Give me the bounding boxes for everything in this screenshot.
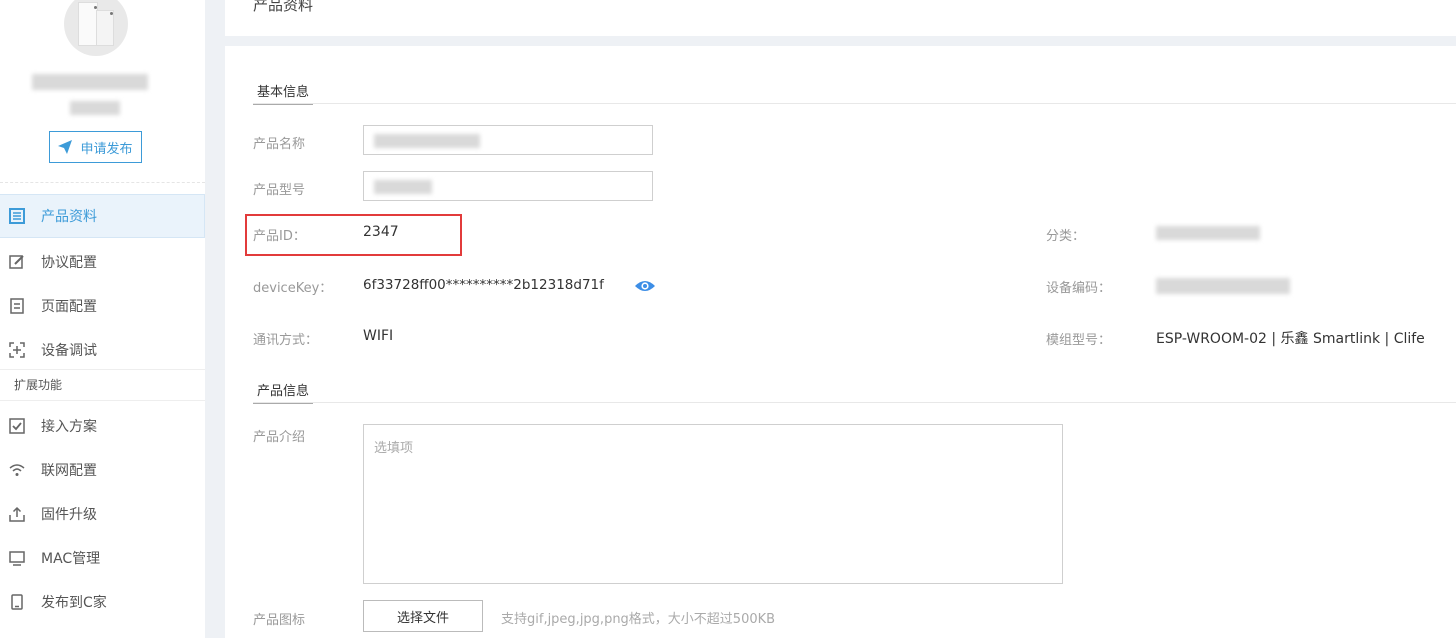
checkbox-icon bbox=[8, 417, 26, 435]
redacted-category bbox=[1156, 226, 1260, 240]
sidebar-item-device-debug[interactable]: 设备调试 bbox=[0, 328, 205, 372]
product-info-heading: 产品信息 bbox=[253, 380, 314, 404]
sidebar-item-label: 发布到C家 bbox=[41, 595, 107, 611]
comm-method-label: 通讯方式： bbox=[253, 333, 319, 348]
sidebar: 申请发布 产品资料 协议配置 页面配置 设备调试 扩展功能 接入方案 联网配置 … bbox=[0, 0, 205, 638]
redacted-value bbox=[374, 134, 480, 148]
product-icon-label: 产品图标 bbox=[253, 613, 306, 628]
divider bbox=[253, 402, 1456, 403]
product-name-label: 产品名称 bbox=[253, 137, 306, 152]
redacted-device-code bbox=[1156, 278, 1290, 294]
product-id-value: 2347 bbox=[363, 224, 399, 240]
extension-section-title: 扩展功能 bbox=[14, 378, 63, 392]
product-model-input[interactable] bbox=[363, 171, 653, 201]
list-icon bbox=[8, 207, 26, 225]
sidebar-item-page-config[interactable]: 页面配置 bbox=[0, 284, 205, 328]
monitor-icon bbox=[8, 549, 26, 567]
wifi-icon bbox=[8, 461, 26, 479]
sidebar-item-access-plan[interactable]: 接入方案 bbox=[0, 404, 205, 448]
product-intro-label: 产品介绍 bbox=[253, 430, 306, 445]
file-format-hint: 支持gif,jpeg,jpg,png格式，大小不超过500KB bbox=[501, 612, 776, 627]
device-code-label: 设备编码： bbox=[1046, 281, 1112, 296]
section-heading-text: 基本信息 bbox=[253, 81, 314, 105]
page-title: 产品资料 bbox=[253, 0, 314, 14]
section-heading-text: 产品信息 bbox=[253, 380, 314, 404]
product-name-input[interactable] bbox=[363, 125, 653, 155]
page-icon bbox=[8, 297, 26, 315]
sidebar-item-network-config[interactable]: 联网配置 bbox=[0, 448, 205, 492]
sidebar-item-label: 设备调试 bbox=[41, 343, 97, 359]
sidebar-item-mac-management[interactable]: MAC管理 bbox=[0, 536, 205, 580]
product-avatar bbox=[64, 0, 128, 56]
divider bbox=[0, 369, 205, 370]
category-label: 分类： bbox=[1046, 229, 1086, 244]
sidebar-item-label: 协议配置 bbox=[41, 255, 97, 271]
choose-file-button[interactable]: 选择文件 bbox=[363, 600, 483, 632]
device-key-value: 6f33728ff00**********2b12318d71f bbox=[363, 277, 604, 293]
sidebar-item-label: 固件升级 bbox=[41, 507, 97, 523]
redacted-value bbox=[374, 180, 432, 194]
product-model-label: 产品型号 bbox=[253, 183, 306, 198]
redacted-subtitle bbox=[70, 101, 120, 115]
sidebar-item-publish-to-cjia[interactable]: 发布到C家 bbox=[0, 580, 205, 624]
basic-info-heading: 基本信息 bbox=[253, 81, 314, 105]
product-id-label: 产品ID： bbox=[253, 229, 306, 244]
debug-icon bbox=[8, 341, 26, 359]
device-key-label: deviceKey： bbox=[253, 281, 333, 296]
divider bbox=[0, 182, 205, 183]
page-header bbox=[225, 0, 1456, 36]
upload-icon bbox=[8, 505, 26, 523]
sidebar-item-product-info[interactable]: 产品资料 bbox=[0, 194, 205, 238]
comm-method-value: WIFI bbox=[363, 328, 394, 344]
apply-publish-button[interactable]: 申请发布 bbox=[49, 131, 142, 163]
module-model-label: 模组型号： bbox=[1046, 333, 1112, 348]
sidebar-item-firmware-upgrade[interactable]: 固件升级 bbox=[0, 492, 205, 536]
product-intro-textarea[interactable]: 选填项 bbox=[363, 424, 1063, 584]
divider bbox=[0, 400, 205, 401]
redacted-product-name bbox=[32, 74, 148, 90]
edit-icon bbox=[8, 253, 26, 271]
module-model-value: ESP-WROOM-02 | 乐鑫 Smartlink | Clife bbox=[1156, 331, 1425, 347]
sidebar-item-label: 接入方案 bbox=[41, 419, 97, 435]
sidebar-item-protocol-config[interactable]: 协议配置 bbox=[0, 240, 205, 284]
divider bbox=[253, 103, 1456, 104]
send-icon bbox=[58, 140, 73, 154]
sidebar-item-label: 联网配置 bbox=[41, 463, 97, 479]
textarea-placeholder: 选填项 bbox=[374, 441, 414, 456]
sidebar-item-label: MAC管理 bbox=[41, 551, 101, 567]
eye-icon[interactable] bbox=[634, 278, 656, 294]
sidebar-item-label: 产品资料 bbox=[41, 209, 97, 225]
phone-icon bbox=[8, 593, 26, 611]
apply-publish-label: 申请发布 bbox=[80, 141, 133, 157]
sidebar-item-label: 页面配置 bbox=[41, 299, 97, 315]
